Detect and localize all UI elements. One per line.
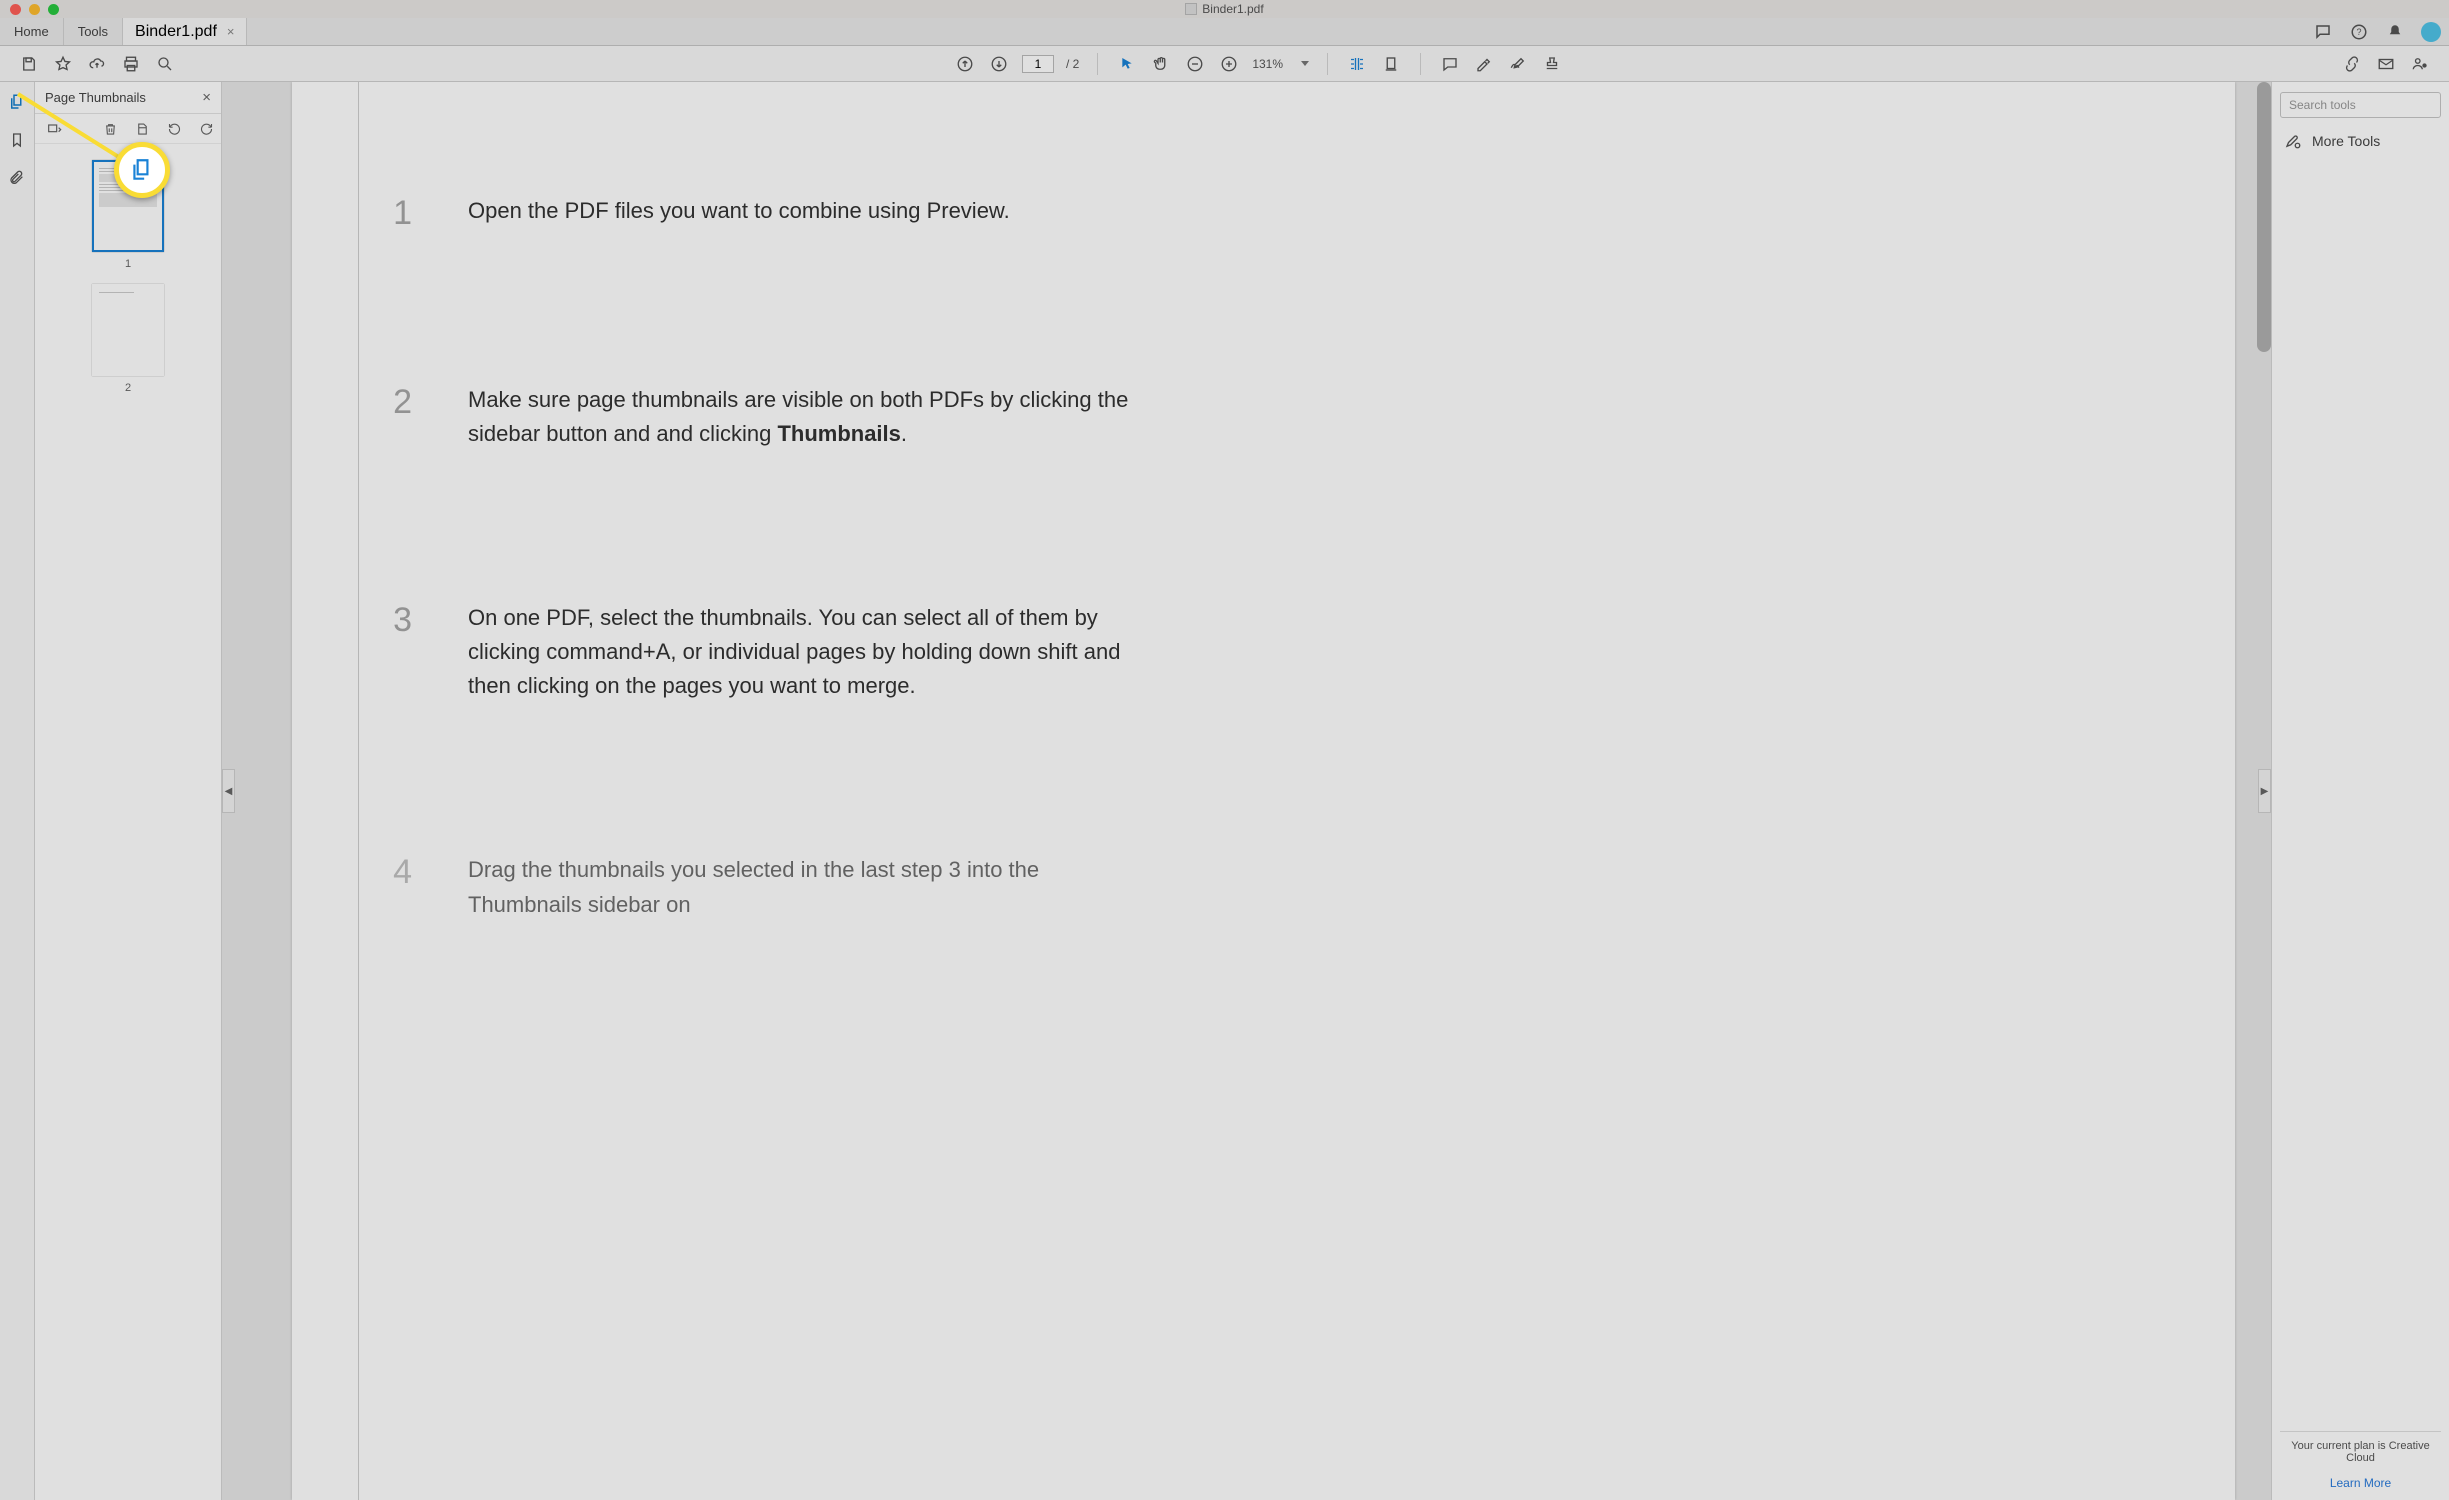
step-text: Drag the thumbnails you selected in the …	[468, 853, 1148, 921]
thumbnail-number: 2	[125, 382, 131, 394]
step-number: 4	[386, 853, 412, 892]
collapse-right-handle[interactable]: ▶	[2258, 769, 2271, 813]
step-text: Make sure page thumbnails are visible on…	[468, 383, 1148, 451]
tools-panel: Search tools More Tools Your current pla…	[2271, 82, 2449, 1500]
account-avatar[interactable]	[2421, 22, 2441, 42]
rotate-right-icon[interactable]	[197, 120, 215, 138]
window-title: Binder1.pdf	[1202, 2, 1263, 16]
document-icon	[1185, 3, 1197, 15]
cloud-upload-icon[interactable]	[86, 53, 108, 75]
page-up-icon[interactable]	[954, 53, 976, 75]
print-icon[interactable]	[120, 53, 142, 75]
step-text: Open the PDF files you want to combine u…	[468, 194, 1010, 228]
selection-tool-icon[interactable]	[1116, 53, 1138, 75]
fit-page-icon[interactable]	[1380, 53, 1402, 75]
step-row: 4 Drag the thumbnails you selected in th…	[386, 853, 2115, 921]
toolbar: / 2 131%	[0, 46, 2449, 82]
attachments-rail-icon[interactable]	[7, 168, 27, 188]
comment-tool-icon[interactable]	[1439, 53, 1461, 75]
share-link-icon[interactable]	[2341, 53, 2363, 75]
thumbnails-panel: Page Thumbnails × 1	[35, 82, 222, 1500]
insert-page-icon[interactable]	[133, 120, 151, 138]
zoom-level: 131%	[1252, 57, 1283, 71]
svg-text:?: ?	[2356, 27, 2361, 37]
step-number: 3	[386, 601, 412, 640]
bookmarks-rail-icon[interactable]	[7, 130, 27, 150]
thumbnail-number: 1	[125, 258, 131, 270]
search-tools-input[interactable]: Search tools	[2280, 92, 2441, 118]
more-tools-button[interactable]: More Tools	[2280, 118, 2441, 164]
stamp-tool-icon[interactable]	[1541, 53, 1563, 75]
more-tools-icon	[2284, 132, 2302, 150]
step-row: 3 On one PDF, select the thumbnails. You…	[386, 601, 2115, 703]
tab-document-label: Binder1.pdf	[135, 23, 217, 41]
rotate-left-icon[interactable]	[165, 120, 183, 138]
thumbnails-close-button[interactable]: ×	[202, 89, 211, 106]
zoom-in-icon[interactable]	[1218, 53, 1240, 75]
step-row: 2 Make sure page thumbnails are visible …	[386, 383, 2115, 451]
tab-document[interactable]: Binder1.pdf ×	[123, 18, 247, 45]
thumbnails-panel-title: Page Thumbnails	[45, 90, 146, 105]
share-people-icon[interactable]	[2409, 53, 2431, 75]
delete-page-icon[interactable]	[101, 120, 119, 138]
tab-home[interactable]: Home	[0, 18, 64, 45]
plan-text: Your current plan is Creative Cloud	[2280, 1440, 2441, 1464]
zoom-dropdown-icon[interactable]	[1301, 61, 1309, 66]
page-down-icon[interactable]	[988, 53, 1010, 75]
highlight-tool-icon[interactable]	[1473, 53, 1495, 75]
step-text: On one PDF, select the thumbnails. You c…	[468, 601, 1148, 703]
step-number: 1	[386, 194, 412, 233]
tab-close-button[interactable]: ×	[227, 24, 235, 39]
more-tools-label: More Tools	[2312, 133, 2380, 149]
email-icon[interactable]	[2375, 53, 2397, 75]
document-viewport[interactable]: ◀ 1 Open the PDF files you want to combi…	[222, 82, 2271, 1500]
help-icon[interactable]: ?	[2349, 22, 2369, 42]
notifications-icon[interactable]	[2385, 22, 2405, 42]
document-page: 1 Open the PDF files you want to combine…	[292, 82, 2235, 1500]
sign-tool-icon[interactable]	[1507, 53, 1529, 75]
window-titlebar: Binder1.pdf	[0, 0, 2449, 18]
comments-icon[interactable]	[2313, 22, 2333, 42]
thumbnail-page-2[interactable]: 2	[92, 284, 164, 394]
step-row: 1 Open the PDF files you want to combine…	[386, 194, 2115, 233]
left-navigation-rail	[0, 82, 35, 1500]
learn-more-link[interactable]: Learn More	[2280, 1476, 2441, 1490]
tab-tools[interactable]: Tools	[64, 18, 123, 45]
thumbnails-toolbar	[35, 114, 221, 144]
scrollbar[interactable]	[2257, 82, 2271, 352]
step-number: 2	[386, 383, 412, 422]
zoom-out-icon[interactable]	[1184, 53, 1206, 75]
search-icon[interactable]	[154, 53, 176, 75]
save-icon[interactable]	[18, 53, 40, 75]
fit-width-icon[interactable]	[1346, 53, 1368, 75]
tab-bar: Home Tools Binder1.pdf × ?	[0, 18, 2449, 46]
callout-highlight	[114, 142, 170, 198]
page-total-label: / 2	[1066, 57, 1079, 71]
main-area: Page Thumbnails × 1	[0, 82, 2449, 1500]
collapse-left-handle[interactable]: ◀	[222, 769, 235, 813]
page-number-input[interactable]	[1022, 55, 1054, 73]
star-icon[interactable]	[52, 53, 74, 75]
hand-tool-icon[interactable]	[1150, 53, 1172, 75]
